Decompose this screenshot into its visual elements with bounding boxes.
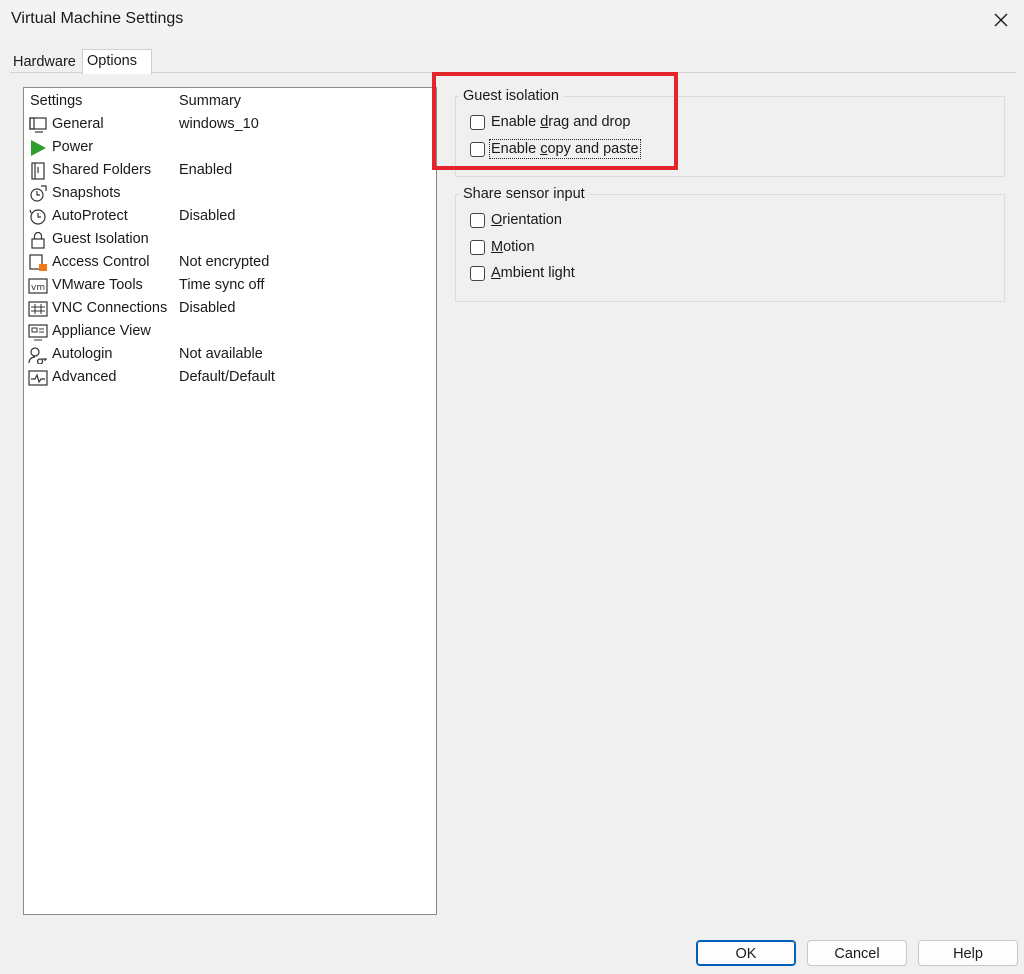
tab-options[interactable]: Options <box>82 49 152 74</box>
checkbox-box[interactable] <box>470 212 485 228</box>
item-name: VMware Tools <box>52 277 143 293</box>
column-header-summary[interactable]: Summary <box>179 93 241 109</box>
checkbox-box[interactable] <box>470 141 485 157</box>
user-key-icon <box>28 347 47 364</box>
checkbox-label: Enable drag and drop <box>491 114 631 130</box>
item-name: Power <box>52 139 94 155</box>
item-name: Appliance View <box>52 323 151 339</box>
list-item-general[interactable]: General windows_10 <box>24 113 436 136</box>
item-summary: Time sync off <box>179 277 265 293</box>
item-name: Shared Folders <box>52 162 152 178</box>
ok-button[interactable]: OK <box>696 940 796 966</box>
item-summary: Default/Default <box>179 369 275 385</box>
list-header: Settings Summary <box>24 88 436 110</box>
list-item-advanced[interactable]: Advanced Default/Default <box>24 366 436 389</box>
list-item-autoprotect[interactable]: AutoProtect Disabled <box>24 205 436 228</box>
item-summary: windows_10 <box>179 116 259 132</box>
item-summary: Not encrypted <box>179 254 270 270</box>
checkbox-box[interactable] <box>470 265 485 281</box>
pulse-icon <box>28 370 48 386</box>
cancel-button[interactable]: Cancel <box>807 940 907 966</box>
group-label-sensor: Share sensor input <box>459 186 589 202</box>
item-name: VNC Connections <box>52 300 168 316</box>
item-name: Access Control <box>52 254 150 270</box>
ambient-light-checkbox[interactable]: Ambient light <box>470 265 575 281</box>
access-control-icon <box>29 254 47 271</box>
group-label-guest-isolation: Guest isolation <box>459 88 563 104</box>
checkbox-label: Orientation <box>491 212 562 228</box>
network-icon <box>28 301 48 317</box>
help-button[interactable]: Help <box>918 940 1018 966</box>
close-icon <box>994 13 1008 27</box>
list-item-power[interactable]: Power <box>24 136 436 159</box>
window-title: Virtual Machine Settings <box>11 10 184 27</box>
list-item-vnc-connections[interactable]: VNC Connections Disabled <box>24 297 436 320</box>
list-item-appliance-view[interactable]: Appliance View <box>24 320 436 343</box>
play-icon <box>31 140 46 156</box>
item-name: Autologin <box>52 346 113 362</box>
list-item-shared-folders[interactable]: Shared Folders Enabled <box>24 159 436 182</box>
checkbox-label: Enable copy and paste <box>489 139 641 159</box>
enable-drag-drop-checkbox[interactable]: Enable drag and drop <box>470 114 631 130</box>
list-item-vmware-tools[interactable]: vm VMware Tools Time sync off <box>24 274 436 297</box>
motion-checkbox[interactable]: Motion <box>470 239 535 255</box>
guest-isolation-group: Guest isolation <box>455 88 1005 177</box>
column-header-settings[interactable]: Settings <box>30 93 82 109</box>
item-summary: Enabled <box>179 162 233 178</box>
checkbox-box[interactable] <box>470 114 485 130</box>
tab-hardware[interactable]: Hardware <box>9 52 83 72</box>
settings-list[interactable]: Settings Summary General windows_10 Powe… <box>23 87 437 915</box>
monitor-icon <box>29 117 47 133</box>
item-summary: Disabled <box>179 208 236 224</box>
clock-icon <box>29 209 46 225</box>
item-name: Guest Isolation <box>52 231 149 247</box>
vmware-icon: vm <box>28 278 48 294</box>
item-name: Advanced <box>52 369 117 385</box>
item-name: General <box>52 116 104 132</box>
svg-text:vm: vm <box>31 283 45 293</box>
enable-copy-paste-checkbox[interactable]: Enable copy and paste <box>470 139 641 159</box>
list-item-guest-isolation[interactable]: Guest Isolation <box>24 228 436 251</box>
shared-folder-icon <box>31 162 45 180</box>
item-summary: Not available <box>179 346 263 362</box>
checkbox-box[interactable] <box>470 239 485 255</box>
list-item-autologin[interactable]: Autologin Not available <box>24 343 436 366</box>
item-name: Snapshots <box>52 185 121 201</box>
item-name: AutoProtect <box>52 208 128 224</box>
list-item-snapshots[interactable]: Snapshots <box>24 182 436 205</box>
appliance-icon <box>28 324 48 341</box>
list-item-access-control[interactable]: Access Control Not encrypted <box>24 251 436 274</box>
checkbox-label: Motion <box>491 239 535 255</box>
checkbox-label: Ambient light <box>491 265 575 281</box>
title-bar: Virtual Machine Settings <box>0 0 1024 40</box>
close-button[interactable] <box>978 0 1024 40</box>
lock-icon <box>31 231 45 249</box>
snapshot-icon <box>30 185 47 202</box>
item-summary: Disabled <box>179 300 236 316</box>
orientation-checkbox[interactable]: Orientation <box>470 212 562 228</box>
share-sensor-group: Share sensor input <box>455 186 1005 302</box>
